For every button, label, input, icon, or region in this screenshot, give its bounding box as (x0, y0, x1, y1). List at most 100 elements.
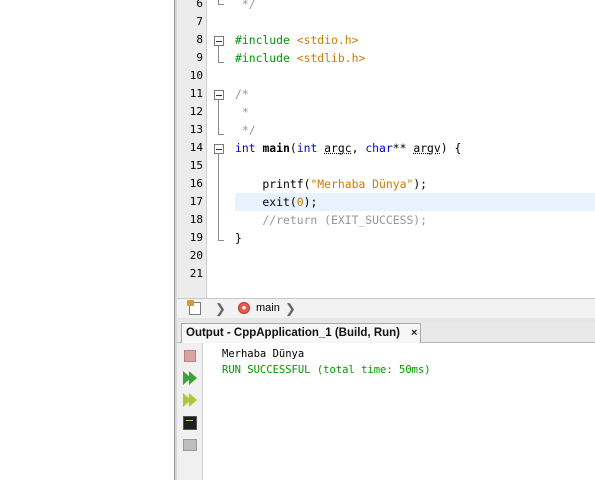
code-token: ); (413, 177, 428, 191)
chevron-right-icon[interactable]: ❯ (285, 302, 296, 316)
output-tab-bar: Output - CppApplication_1 (Build, Run) × (177, 322, 595, 343)
code-text[interactable]: */ (235, 0, 256, 13)
breadcrumb-function-label[interactable]: main (256, 302, 280, 314)
line-number: 14 (189, 141, 203, 154)
method-icon: ● (238, 302, 250, 314)
code-token: exit( (235, 195, 297, 209)
code-line[interactable]: 17 exit(0); (177, 193, 595, 211)
code-text[interactable]: */ (235, 121, 256, 139)
line-number: 12 (189, 105, 203, 118)
line-number: 17 (189, 195, 203, 208)
code-line[interactable]: 13 */ (177, 121, 595, 139)
fold-guide (218, 46, 219, 62)
code-token: ) { (440, 141, 462, 155)
code-line[interactable]: 16 printf("Merhaba Dünya"); (177, 175, 595, 193)
line-number: 10 (189, 69, 203, 82)
code-text[interactable]: printf("Merhaba Dünya"); (235, 175, 427, 193)
line-number: 11 (189, 87, 203, 100)
fold-toggle-icon[interactable] (214, 90, 224, 100)
code-token: , (351, 141, 366, 155)
code-text[interactable]: /* (235, 85, 249, 103)
code-line[interactable]: 11 /* (177, 85, 595, 103)
code-token: 0 (296, 195, 304, 209)
rerun-with-options-button[interactable] (182, 392, 198, 408)
tab-output[interactable]: Output - CppApplication_1 (Build, Run) × (181, 323, 421, 343)
code-token: //return (EXIT_SUCCESS); (235, 213, 428, 227)
code-token: /* (235, 87, 249, 101)
code-token: */ (235, 123, 256, 137)
code-token: char (365, 141, 393, 155)
rerun-options-icon-part (189, 393, 197, 407)
project-navigator-pane (0, 0, 174, 480)
code-text[interactable]: } (235, 229, 242, 247)
code-token: printf( (235, 177, 311, 191)
close-icon[interactable]: × (411, 327, 417, 339)
line-number: 6 (196, 0, 203, 10)
code-line[interactable]: 9 #include <stdlib.h> (177, 49, 595, 67)
fold-end-marker (218, 62, 224, 63)
code-token: <stdlib.h> (296, 51, 366, 65)
fold-toggle-icon[interactable] (214, 36, 224, 46)
terminal-button[interactable] (182, 415, 198, 431)
code-text[interactable]: //return (EXIT_SUCCESS); (235, 211, 427, 229)
fold-guide (218, 100, 219, 134)
fold-guide (218, 154, 219, 240)
settings-icon (183, 439, 197, 451)
breadcrumb: ❯ ● main ❯ (177, 298, 595, 318)
output-toolbar (177, 343, 203, 480)
chevron-right-icon[interactable]: ❯ (215, 302, 226, 316)
fold-toggle-icon[interactable] (214, 144, 224, 154)
code-line[interactable]: 7 (177, 13, 595, 31)
output-panel: Merhaba Dünya RUN SUCCESSFUL (total time:… (177, 343, 595, 480)
line-number: 19 (189, 231, 203, 244)
stop-icon (184, 350, 196, 362)
terminal-icon (183, 416, 197, 430)
fold-end-marker (218, 4, 224, 5)
line-number: 7 (196, 15, 203, 28)
line-number: 16 (189, 177, 203, 190)
code-token: <stdio.h> (296, 33, 359, 47)
code-token: #include (235, 33, 297, 47)
line-number: 9 (196, 51, 203, 64)
line-number: 13 (189, 123, 203, 136)
settings-button[interactable] (182, 437, 198, 453)
code-line[interactable]: 10 (177, 67, 595, 85)
code-line[interactable]: 19} (177, 229, 595, 247)
file-icon[interactable] (187, 300, 201, 315)
code-token: ( (289, 141, 297, 155)
code-line[interactable]: 6 */ (177, 0, 595, 13)
code-token: #include (235, 51, 297, 65)
code-text[interactable]: int main(int argc, char** argv) { (235, 139, 461, 157)
code-line[interactable]: 12 * (177, 103, 595, 121)
code-line[interactable]: 8 #include <stdio.h> (177, 31, 595, 49)
code-token: * (235, 105, 249, 119)
code-line[interactable]: 18 //return (EXIT_SUCCESS); (177, 211, 595, 229)
code-token: main (262, 141, 290, 155)
code-text[interactable]: #include <stdlib.h> (235, 49, 365, 67)
line-number: 8 (196, 33, 203, 46)
code-token: argv (413, 141, 441, 155)
output-line: RUN SUCCESSFUL (total time: 50ms) (222, 364, 431, 376)
code-token: ); (303, 195, 318, 209)
code-line[interactable]: 15 (177, 157, 595, 175)
output-tab-label: Output - CppApplication_1 (Build, Run) (186, 327, 400, 339)
line-number: 15 (189, 159, 203, 172)
code-token: int (296, 141, 325, 155)
code-token: */ (235, 0, 256, 11)
code-token: ** (392, 141, 414, 155)
stop-button[interactable] (182, 348, 198, 364)
line-number: 18 (189, 213, 203, 226)
code-text[interactable]: * (235, 103, 249, 121)
code-line[interactable]: 21 (177, 265, 595, 283)
code-line[interactable]: 20 (177, 247, 595, 265)
code-text[interactable]: exit(0); (235, 193, 317, 211)
code-token: argc (324, 141, 352, 155)
code-editor[interactable]: 6 */ 7 8 #include <stdio.h> 9 #include <stdli… (177, 0, 595, 298)
rerun-button[interactable] (182, 370, 198, 386)
code-token: } (235, 231, 242, 245)
code-text[interactable]: #include <stdio.h> (235, 31, 358, 49)
code-line[interactable]: 14 int main(int argc, char** argv) { (177, 139, 595, 157)
output-line: Merhaba Dünya (222, 348, 305, 360)
fold-end-marker (218, 134, 224, 135)
line-number: 20 (189, 249, 203, 262)
